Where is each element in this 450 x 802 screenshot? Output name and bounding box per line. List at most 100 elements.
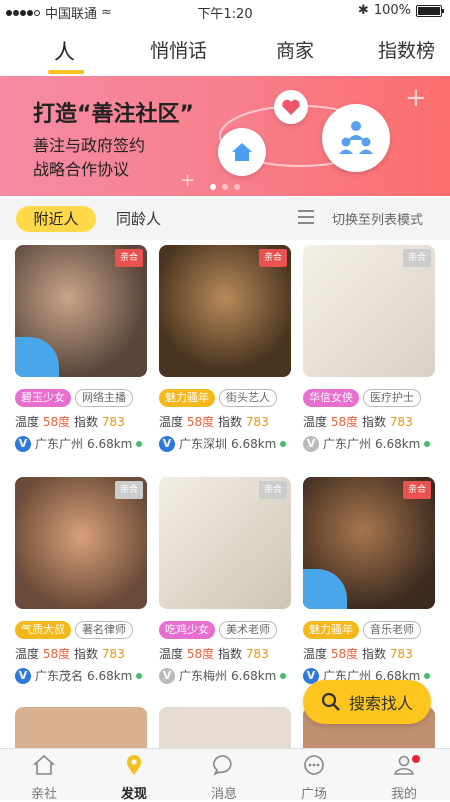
bluetooth-icon: ✱ bbox=[357, 3, 369, 18]
user-photo[interactable]: 亲合 bbox=[159, 245, 291, 377]
persona-tag: 华信女侠 bbox=[303, 389, 359, 407]
job-tag: 网络主播 bbox=[75, 389, 133, 407]
house-badge-icon: 亲合 bbox=[403, 249, 431, 267]
tabbar-item-community[interactable]: 亲社 bbox=[14, 753, 74, 802]
tabbar-label: 广场 bbox=[300, 787, 327, 802]
more-dots-icon bbox=[304, 755, 324, 775]
tabbar-item-square[interactable]: 广场 bbox=[284, 753, 344, 802]
user-stats: 温度 58度 指数 783 bbox=[159, 645, 269, 662]
tab-people[interactable]: 人 bbox=[54, 36, 75, 66]
index-value: 783 bbox=[101, 415, 125, 429]
search-icon bbox=[321, 692, 340, 711]
persona-tag: 气质大叔 bbox=[15, 621, 71, 639]
temp-label: 温度 bbox=[159, 647, 184, 661]
index-value: 783 bbox=[245, 647, 269, 661]
online-dot bbox=[136, 440, 143, 447]
online-dot bbox=[424, 672, 431, 679]
tabbar-item-messages[interactable]: 消息 bbox=[194, 753, 254, 802]
user-location: V 广东茂名 6.68km bbox=[15, 667, 143, 684]
job-tag: 著名律师 bbox=[75, 621, 133, 639]
user-photo[interactable]: 亲合 bbox=[159, 477, 291, 609]
temp-value: 58度 bbox=[42, 415, 71, 429]
online-dot bbox=[280, 672, 287, 679]
filter-same-age[interactable]: 同龄人 bbox=[116, 208, 161, 229]
location-text: 广东深圳 bbox=[179, 437, 228, 451]
verified-icon: V bbox=[15, 667, 31, 684]
search-people-label: 搜索找人 bbox=[349, 694, 414, 713]
notification-dot bbox=[412, 755, 420, 763]
tabbar-item-profile[interactable]: 我的 bbox=[374, 753, 434, 802]
house-badge-icon: 亲合 bbox=[403, 481, 431, 499]
persona-tag: 吃鸡少女 bbox=[159, 621, 215, 639]
wave-badge-icon bbox=[303, 569, 347, 609]
filter-bar: 附近人 同龄人 切换至列表模式 bbox=[0, 198, 450, 240]
user-stats: 温度 58度 指数 783 bbox=[303, 645, 413, 662]
verified-icon: V bbox=[159, 667, 175, 684]
user-photo[interactable]: 亲合 bbox=[303, 477, 435, 609]
house-badge-icon: 亲合 bbox=[259, 481, 287, 499]
location-text: 广东梅州 bbox=[179, 669, 228, 683]
tab-whisper[interactable]: 悄悄话 bbox=[150, 36, 207, 63]
job-tag: 音乐老师 bbox=[363, 621, 421, 639]
house-badge-icon: 亲合 bbox=[115, 481, 143, 499]
persona-tag: 碧玉少女 bbox=[15, 389, 71, 407]
user-stats: 温度 58度 指数 783 bbox=[15, 413, 125, 430]
tab-merchant[interactable]: 商家 bbox=[276, 36, 314, 63]
location-text: 广东广州 bbox=[35, 437, 84, 451]
index-label: 指数 bbox=[73, 415, 98, 429]
location-pin-icon bbox=[127, 755, 141, 775]
online-dot bbox=[280, 440, 287, 447]
active-tab-indicator bbox=[48, 70, 84, 74]
index-value: 783 bbox=[389, 647, 413, 661]
filter-nearby[interactable]: 附近人 bbox=[16, 206, 96, 232]
temp-value: 58度 bbox=[186, 415, 215, 429]
svg-text:+: + bbox=[405, 83, 427, 113]
index-label: 指数 bbox=[73, 647, 98, 661]
temp-label: 温度 bbox=[303, 647, 328, 661]
distance-text: 6.68km bbox=[231, 436, 277, 451]
user-photo[interactable]: 亲合 bbox=[15, 477, 147, 609]
people-icon bbox=[322, 104, 390, 172]
index-label: 指数 bbox=[361, 647, 386, 661]
user-photo[interactable]: 亲合 bbox=[303, 245, 435, 377]
list-mode-icon[interactable] bbox=[298, 210, 314, 224]
verified-icon: V bbox=[159, 435, 175, 452]
distance-text: 6.68km bbox=[87, 668, 133, 683]
top-tabs: 人 悄悄话 商家 指数榜 bbox=[0, 24, 450, 74]
distance-text: 6.68km bbox=[231, 668, 277, 683]
temp-value: 58度 bbox=[330, 647, 359, 661]
house-icon bbox=[32, 754, 56, 775]
promo-banner[interactable]: 打造“善注社区” 善注与政府签约 战略合作协议 + + bbox=[0, 76, 450, 196]
tabbar-label: 亲社 bbox=[30, 787, 57, 802]
search-people-button[interactable]: 搜索找人 bbox=[303, 680, 431, 724]
tabbar-label: 我的 bbox=[390, 787, 417, 802]
svg-text:+: + bbox=[180, 170, 195, 191]
banner-pagination bbox=[210, 184, 240, 190]
job-tag: 街头艺人 bbox=[219, 389, 277, 407]
user-photo[interactable]: 亲合 bbox=[15, 245, 147, 377]
temp-label: 温度 bbox=[303, 415, 328, 429]
user-photo[interactable] bbox=[159, 707, 291, 748]
house-badge-icon: 亲合 bbox=[259, 249, 287, 267]
tabbar-label: 消息 bbox=[210, 787, 237, 802]
distance-text: 6.68km bbox=[375, 436, 421, 451]
user-location: V 广东广州 6.68km bbox=[303, 435, 431, 452]
tabbar-item-discover[interactable]: 发现 bbox=[104, 753, 164, 802]
online-dot bbox=[424, 440, 431, 447]
verified-icon: V bbox=[15, 435, 31, 452]
tab-ranking[interactable]: 指数榜 bbox=[378, 36, 435, 63]
temp-value: 58度 bbox=[42, 647, 71, 661]
index-value: 783 bbox=[245, 415, 269, 429]
home-icon bbox=[218, 128, 266, 176]
user-stats: 温度 58度 指数 783 bbox=[159, 413, 269, 430]
job-tag: 医疗护士 bbox=[363, 389, 421, 407]
wave-badge-icon bbox=[15, 337, 59, 377]
house-badge-icon: 亲合 bbox=[115, 249, 143, 267]
user-stats: 温度 58度 指数 783 bbox=[303, 413, 413, 430]
switch-list-mode[interactable]: 切换至列表模式 bbox=[332, 209, 423, 228]
bottom-tab-bar: 亲社 发现 消息 广场 我的 bbox=[0, 748, 450, 802]
temp-label: 温度 bbox=[15, 415, 40, 429]
temp-value: 58度 bbox=[186, 647, 215, 661]
temp-label: 温度 bbox=[15, 647, 40, 661]
user-photo[interactable] bbox=[15, 707, 147, 748]
